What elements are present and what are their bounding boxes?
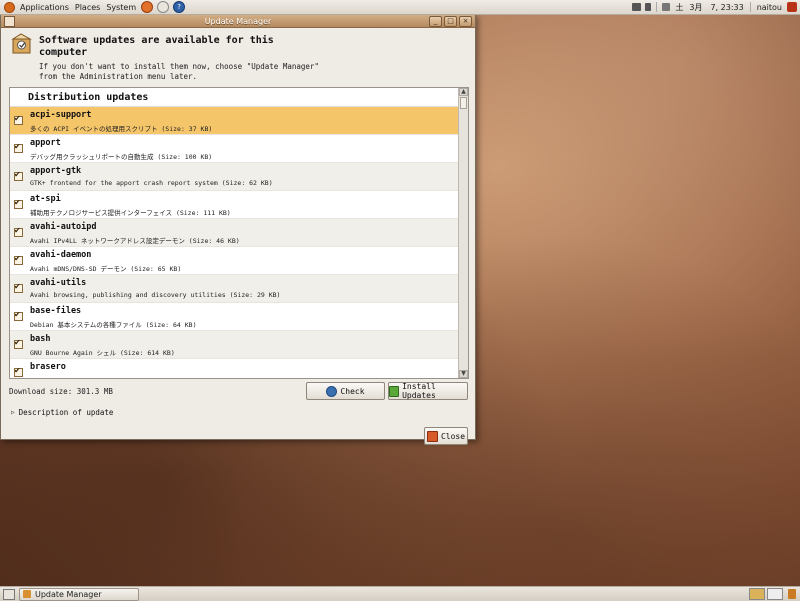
places-menu[interactable]: Places	[72, 3, 103, 12]
scroll-thumb[interactable]	[460, 97, 467, 109]
download-size: Download size: 301.3 MB	[9, 387, 113, 396]
ubuntu-logo-icon[interactable]	[4, 1, 15, 13]
network-icon[interactable]	[632, 3, 642, 11]
group-row: Distribution updates	[10, 88, 458, 107]
list-item[interactable]: base-files Debian 基本システムの各種ファイル (Size: 6…	[10, 303, 458, 331]
update-manager-window: Update Manager _ □ × Software updates ar…	[0, 14, 476, 445]
list-item[interactable]: at-spi 補助用テクノロジサービス提供インターフェイス (Size: 111…	[10, 191, 458, 219]
workspace-1[interactable]	[749, 588, 765, 600]
applications-menu[interactable]: Applications	[17, 3, 72, 12]
refresh-icon	[326, 385, 338, 397]
package-checkbox[interactable]	[14, 170, 23, 181]
close-button[interactable]: Close	[424, 427, 468, 445]
package-name: bash	[30, 334, 51, 344]
package-name: at-spi	[30, 194, 61, 204]
firefox-launcher-icon[interactable]	[141, 1, 154, 13]
power-icon[interactable]	[787, 2, 797, 12]
close-x-icon	[426, 430, 438, 442]
group-label: Distribution updates	[28, 91, 149, 103]
package-description: 多くの ACPI イベントの処理用スクリプト (Size: 37 KB)	[30, 125, 213, 133]
show-desktop-icon[interactable]	[3, 588, 15, 600]
package-name: apport-gtk	[30, 166, 82, 176]
package-description: デバッグ用クラッシュリポートの自動生成 (Size: 100 KB)	[30, 153, 213, 161]
package-name: avahi-autoipd	[30, 222, 97, 232]
keyboard-indicator[interactable]: 土	[672, 2, 686, 13]
install-check-icon	[389, 385, 400, 397]
check-button[interactable]: Check	[306, 382, 385, 400]
package-checkbox[interactable]	[14, 226, 23, 237]
header-description: If you don't want to install them now, c…	[39, 62, 319, 81]
package-description: Avahi browsing, publishing and discovery…	[30, 291, 281, 299]
list-item[interactable]: bash GNU Bourne Again シェル (Size: 614 KB)	[10, 331, 458, 359]
minimize-button[interactable]: _	[429, 15, 442, 27]
package-name: brasero	[30, 362, 66, 372]
task-label: Update Manager	[35, 589, 102, 599]
panel-separator	[749, 2, 751, 12]
description-expander[interactable]: ▷ Description of update	[11, 408, 113, 417]
bottom-panel: Update Manager	[0, 586, 800, 601]
package-checkbox[interactable]	[14, 282, 23, 293]
package-name: acpi-support	[30, 110, 92, 120]
help-launcher-icon[interactable]: ?	[173, 1, 186, 13]
list-item[interactable]: brasero	[10, 359, 458, 378]
package-name: avahi-utils	[30, 278, 87, 288]
header: Software updates are available for this …	[1, 28, 475, 86]
trash-icon[interactable]	[788, 589, 796, 599]
package-description: Debian 基本システムの各種ファイル (Size: 64 KB)	[30, 321, 197, 329]
panel-separator	[656, 2, 658, 12]
install-updates-button[interactable]: Install Updates	[388, 382, 468, 400]
list-item[interactable]: apport-gtk GTK+ frontend for the apport …	[10, 163, 458, 191]
package-name: base-files	[30, 306, 82, 316]
notification-icon[interactable]	[645, 3, 652, 11]
check-label: Check	[340, 386, 365, 396]
package-checkbox[interactable]	[14, 114, 23, 125]
window-title: Update Manager	[204, 16, 272, 26]
vertical-scrollbar[interactable]: ▲ ▼	[458, 88, 468, 378]
maximize-button[interactable]: □	[444, 15, 457, 27]
description-label: Description of update	[18, 408, 114, 417]
package-checkbox[interactable]	[14, 142, 23, 153]
taskbar-button-update-manager[interactable]: Update Manager	[19, 587, 139, 601]
update-manager-task-icon	[23, 590, 31, 598]
package-description: GNU Bourne Again シェル (Size: 614 KB)	[30, 349, 175, 357]
list-item[interactable]: acpi-support 多くの ACPI イベントの処理用スクリプト (Siz…	[10, 107, 458, 135]
list-item[interactable]: avahi-autoipd Avahi IPv4LL ネットワークアドレス設定デ…	[10, 219, 458, 247]
package-name: avahi-daemon	[30, 250, 92, 260]
scroll-down-icon[interactable]: ▼	[459, 370, 468, 378]
list-item[interactable]: apport デバッグ用クラッシュリポートの自動生成 (Size: 100 KB…	[10, 135, 458, 163]
system-menu[interactable]: System	[103, 3, 139, 12]
software-update-icon	[11, 33, 32, 54]
window-titlebar[interactable]: Update Manager _ □ ×	[1, 15, 475, 28]
close-label: Close	[440, 431, 466, 441]
package-checkbox[interactable]	[14, 338, 23, 349]
updates-list[interactable]: Distribution updates acpi-support 多くの AC…	[9, 87, 469, 379]
volume-icon[interactable]	[662, 3, 671, 11]
install-label: Install Updates	[402, 382, 436, 400]
header-title: Software updates are available for this …	[39, 35, 274, 58]
username[interactable]: naitou	[754, 3, 785, 12]
mail-launcher-icon[interactable]	[157, 1, 170, 13]
package-checkbox[interactable]	[14, 310, 23, 321]
workspace-2[interactable]	[767, 588, 783, 600]
close-window-button[interactable]: ×	[459, 15, 472, 27]
scroll-up-icon[interactable]: ▲	[459, 88, 468, 96]
expander-arrow-icon: ▷	[11, 409, 15, 416]
list-item[interactable]: avahi-daemon Avahi mDNS/DNS-SD デーモン (Siz…	[10, 247, 458, 275]
package-description: GTK+ frontend for the apport crash repor…	[30, 179, 273, 187]
package-description: Avahi IPv4LL ネットワークアドレス設定デーモン (Size: 46 …	[30, 237, 240, 245]
package-checkbox[interactable]	[14, 254, 23, 265]
package-description: Avahi mDNS/DNS-SD デーモン (Size: 65 KB)	[30, 265, 182, 273]
package-name: apport	[30, 138, 61, 148]
list-item[interactable]: avahi-utils Avahi browsing, publishing a…	[10, 275, 458, 303]
package-description: 補助用テクノロジサービス提供インターフェイス (Size: 111 KB)	[30, 209, 231, 217]
package-checkbox[interactable]	[14, 366, 23, 377]
top-panel: Applications Places System ? 土 3月 7, 23:…	[0, 0, 800, 15]
package-checkbox[interactable]	[14, 198, 23, 209]
clock[interactable]: 3月 7, 23:33	[686, 2, 746, 13]
